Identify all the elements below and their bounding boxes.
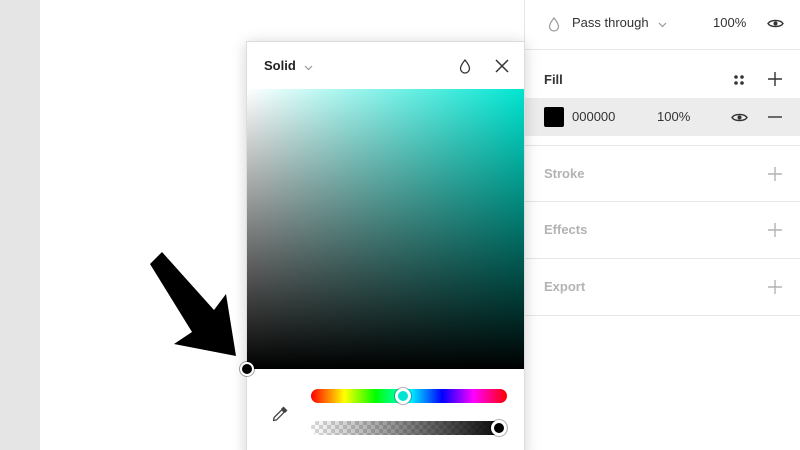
effects-title: Effects [544,222,588,237]
paint-type-label: Solid [264,58,296,73]
blend-mode-label: Pass through [572,15,649,30]
add-fill-plus-icon[interactable] [766,70,784,88]
picker-header: Solid [247,42,524,89]
fill-section: Fill [525,51,800,98]
blend-mode-select[interactable]: Pass through [572,15,667,32]
left-toolbar-strip [0,0,40,450]
fill-opacity-input[interactable]: 100% [657,109,690,125]
four-dots-icon[interactable] [730,71,748,89]
export-title: Export [544,279,586,294]
opacity-slider-handle[interactable] [491,420,508,436]
drop-icon [547,15,561,33]
chevron-down-icon [658,16,667,32]
layer-opacity[interactable]: 100% [713,15,746,31]
effects-section: Effects [525,202,800,259]
eye-icon[interactable] [765,14,785,32]
add-stroke-plus-icon[interactable] [766,165,784,183]
paint-type-select[interactable]: Solid [264,58,313,75]
add-export-plus-icon[interactable] [766,278,784,296]
eyedropper-icon[interactable] [269,403,291,425]
color-picker-popover: Solid [240,41,525,450]
opacity-slider[interactable] [311,420,508,436]
hue-slider[interactable] [311,388,507,404]
fill-swatch[interactable] [544,107,564,127]
saturation-brightness-handle[interactable] [240,362,254,376]
design-panel: Pass through 100% Fill 000000 100% Strok… [524,0,800,450]
minus-icon[interactable] [766,108,784,126]
chevron-down-icon [304,59,313,75]
layer-row: Pass through 100% [525,0,800,50]
close-icon[interactable] [492,56,512,76]
hue-slider-handle[interactable] [395,388,412,404]
add-effect-plus-icon[interactable] [766,221,784,239]
stroke-title: Stroke [544,166,585,181]
fill-hex-input[interactable]: 000000 [572,109,615,125]
stroke-section: Stroke [525,145,800,202]
blend-drop-icon[interactable] [456,57,474,75]
fill-title: Fill [544,72,563,87]
fill-row[interactable]: 000000 100% [525,98,800,136]
fill-eye-icon[interactable] [729,108,749,126]
arrow-icon [140,252,240,362]
saturation-brightness-area[interactable] [247,89,524,369]
export-section: Export [525,259,800,316]
